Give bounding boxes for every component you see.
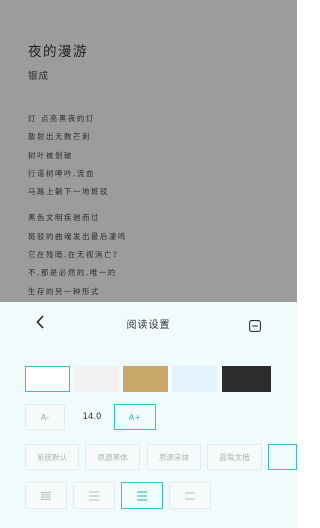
spacing-loose-button[interactable] [169,482,211,509]
spacing-normal-button[interactable] [73,482,115,509]
font-option-lxgw-wenkai[interactable]: 霞鹜文楷 [207,444,262,470]
font-option-system[interactable]: 系统默认 [25,444,79,470]
spacing-relaxed-button[interactable] [121,482,163,509]
chapter-title: 夜的漫游 [28,44,88,60]
theme-light-gray-swatch[interactable] [74,366,119,392]
text-line: 不,那是必然的,唯一的 [28,268,117,277]
text-line: 行道树呻吟,流血 [28,169,95,178]
reading-page: 夜的漫游 银成 灯 点亮黑夜的灯 散射出无数芒刺 树叶被划破 行道树呻吟,流血 … [0,0,297,308]
spacing-compact-button[interactable] [25,482,67,509]
author-name: 银成 [28,71,50,82]
text-line: 灯 点亮黑夜的灯 [28,114,95,123]
font-size-value: 14.0 [82,412,102,422]
theme-light-blue-swatch[interactable] [172,366,217,392]
font-option-source-han-sans[interactable]: 思源黑体 [85,444,140,470]
spacing-loose-icon [185,492,195,499]
spacing-relaxed-icon [137,490,147,501]
font-decrease-button[interactable]: A- [25,404,65,430]
text-line: 散射出无数芒刺 [28,132,91,141]
minus-square-icon[interactable] [249,317,261,332]
theme-dark-swatch[interactable] [222,366,271,392]
spacing-compact-icon [41,491,51,500]
font-option-source-han-serif[interactable]: 思源宋体 [147,444,201,470]
text-line: 黑色文明疾驰而过 [28,213,100,222]
font-option-selected-partial[interactable] [268,444,297,470]
theme-tan-swatch[interactable] [123,366,168,392]
text-line: 它在残暗,在无视消亡? [28,250,119,259]
font-increase-button[interactable]: A+ [114,404,156,430]
spacing-normal-icon [89,491,99,500]
text-line: 马路上躺下一地斑驳 [28,187,109,196]
theme-white-swatch[interactable] [25,366,70,392]
text-line: 生存的另一种形式 [28,287,100,296]
text-line: 树叶被划破 [28,151,73,160]
text-line: 斑驳的曲魂发出最后凄鸣 [28,232,127,241]
reading-settings-panel: 阅读设置 A- 14.0 A+ 系统默认 思源黑体 思源宋体 霞鹜文楷 [0,302,297,528]
